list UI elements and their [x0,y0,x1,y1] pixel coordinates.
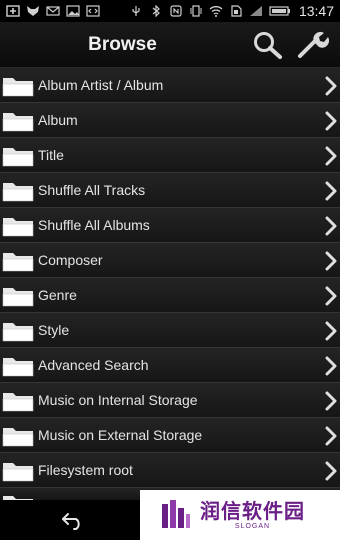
back-arrow-icon[interactable] [60,510,88,530]
chevron-right-icon [325,76,337,96]
folder-icon [2,288,34,307]
list-item-label: Filesystem root [38,462,133,478]
list-item[interactable]: Title [0,138,340,173]
browse-list: Album Artist / Album Album Title Shuffle… [0,68,340,488]
watermark-text: 润信软件园 SLOGAN [200,501,305,530]
chevron-right-icon [325,111,337,131]
folder-icon [2,78,34,97]
chevron-right-icon [325,356,337,376]
code-icon [86,5,100,17]
chevron-right-icon [325,321,337,341]
plus-box-icon [6,5,20,17]
list-item-label: Title [38,147,64,163]
chevron-right-icon [325,181,337,201]
navigation-bar [0,500,150,540]
folder-icon [2,393,34,412]
usb-icon [132,6,140,16]
list-item[interactable]: Filesystem root [0,453,340,488]
status-bar: 13:47 [0,0,340,22]
wifi-icon [209,6,223,17]
list-item[interactable]: Shuffle All Tracks [0,173,340,208]
watermark: 润信软件园 SLOGAN [140,490,340,540]
list-item-label: Music on Internal Storage [38,392,198,408]
folder-icon [3,496,33,500]
folder-icon [2,358,34,377]
fox-icon [27,6,39,16]
watermark-logo-icon [162,500,190,528]
settings-button[interactable] [295,29,331,61]
wrench-icon [298,31,330,58]
list-item[interactable]: Album Artist / Album [0,68,340,103]
list-item[interactable]: Music on External Storage [0,418,340,453]
folder-icon [2,218,34,237]
list-item-label: Advanced Search [38,357,149,373]
chevron-right-icon [325,251,337,271]
image-icon [66,5,80,17]
list-item-label: Composer [38,252,103,268]
list-item[interactable]: Shuffle All Albums [0,208,340,243]
folder-icon [2,148,34,167]
folder-icon [2,183,34,202]
chevron-right-icon [325,461,337,481]
folder-icon [2,428,34,447]
folder-icon [2,113,34,132]
folder-icon [2,323,34,342]
chevron-right-icon [325,146,337,166]
list-item-label: Shuffle All Albums [38,217,150,233]
status-left [6,5,100,17]
search-button[interactable] [250,29,286,61]
list-item-label: Music on External Storage [38,427,203,443]
list-item[interactable]: Album [0,103,340,138]
list-item[interactable]: Style [0,313,340,348]
chevron-right-icon [325,391,337,411]
chevron-right-icon [325,426,337,446]
folder-icon [2,463,34,482]
watermark-title: 润信软件园 [200,500,305,523]
bluetooth-icon [152,5,160,17]
chevron-right-icon [325,216,337,236]
list-item-label: Genre [38,287,77,303]
list-item-label: Style [38,322,70,338]
sim-icon [231,5,242,17]
envelope-icon [46,6,60,16]
nfc-icon [170,5,182,17]
list-item-label: Shuffle All Tracks [38,182,146,198]
signal-icon [249,6,262,16]
folder-icon [2,253,34,272]
header-bar: Browse [0,22,340,68]
list-item[interactable]: Composer [0,243,340,278]
vibrate-icon [190,5,202,17]
status-right: 13:47 [129,3,334,19]
list-item[interactable]: Music on Internal Storage [0,383,340,418]
page-title: Browse [88,34,157,55]
chevron-right-icon [325,286,337,306]
list-item[interactable]: Genre [0,278,340,313]
list-item[interactable]: Advanced Search [0,348,340,383]
list-item-label: Album Artist / Album [38,77,164,93]
search-icon [254,32,282,59]
status-time: 13:47 [298,3,334,19]
watermark-slogan: SLOGAN [234,522,271,530]
battery-icon [269,6,290,16]
list-item-label: Album [38,112,78,128]
